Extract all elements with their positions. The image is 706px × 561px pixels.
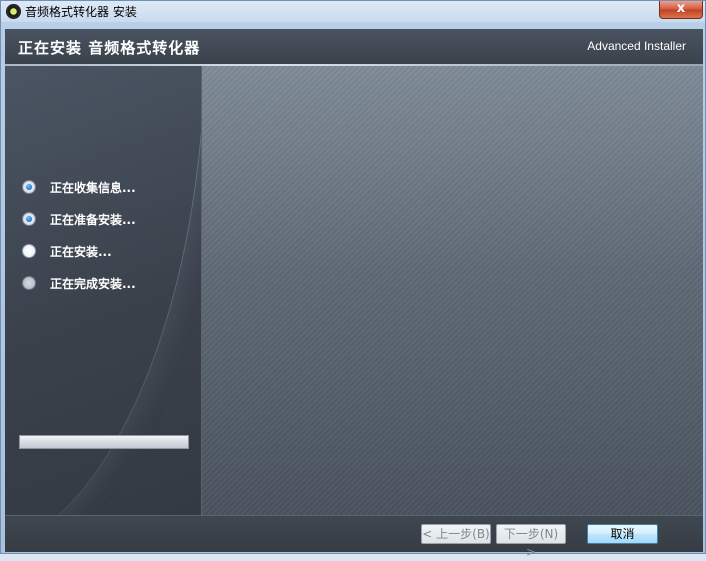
step-label: 正在准备安装... bbox=[50, 212, 136, 227]
app-icon bbox=[6, 4, 21, 19]
installer-header: 正在安装 音频格式转化器 Advanced Installer bbox=[5, 29, 703, 64]
steps-panel: 正在收集信息... 正在准备安装... 正在安装... 正在完成安装... bbox=[5, 66, 201, 515]
cancel-button[interactable]: 取消 bbox=[587, 524, 658, 544]
button-bar: < 上一步(B) 下一步(N) > 取消 bbox=[5, 515, 703, 559]
step-label: 正在收集信息... bbox=[50, 180, 136, 195]
step-finishing: 正在完成安装... bbox=[22, 267, 136, 299]
step-label: 正在安装... bbox=[50, 244, 112, 259]
brand-label: Advanced Installer bbox=[587, 39, 686, 53]
step-status-icon bbox=[22, 276, 36, 290]
close-icon: x bbox=[676, 1, 686, 16]
step-status-icon bbox=[22, 180, 36, 194]
install-progress-bar bbox=[19, 435, 189, 449]
steps-list: 正在收集信息... 正在准备安装... 正在安装... 正在完成安装... bbox=[22, 171, 136, 299]
installer-window: 音频格式转化器 安装 x 正在安装 音频格式转化器 Advanced Insta… bbox=[0, 0, 706, 559]
title-bar[interactable]: 音频格式转化器 安装 x bbox=[1, 1, 705, 22]
installer-client: 正在安装 音频格式转化器 Advanced Installer 正在收集信息..… bbox=[5, 29, 703, 559]
step-status-icon bbox=[22, 244, 36, 258]
step-prepare-install: 正在准备安装... bbox=[22, 203, 136, 235]
step-label: 正在完成安装... bbox=[50, 276, 136, 291]
step-status-icon bbox=[22, 212, 36, 226]
page-title: 正在安装 音频格式转化器 bbox=[18, 39, 201, 57]
back-button[interactable]: < 上一步(B) bbox=[421, 524, 491, 544]
window-title: 音频格式转化器 安装 bbox=[25, 5, 137, 19]
next-button[interactable]: 下一步(N) > bbox=[496, 524, 566, 559]
content-area bbox=[201, 66, 703, 515]
close-button[interactable]: x bbox=[659, 1, 703, 19]
step-installing: 正在安装... bbox=[22, 235, 136, 267]
step-collect-info: 正在收集信息... bbox=[22, 171, 136, 203]
